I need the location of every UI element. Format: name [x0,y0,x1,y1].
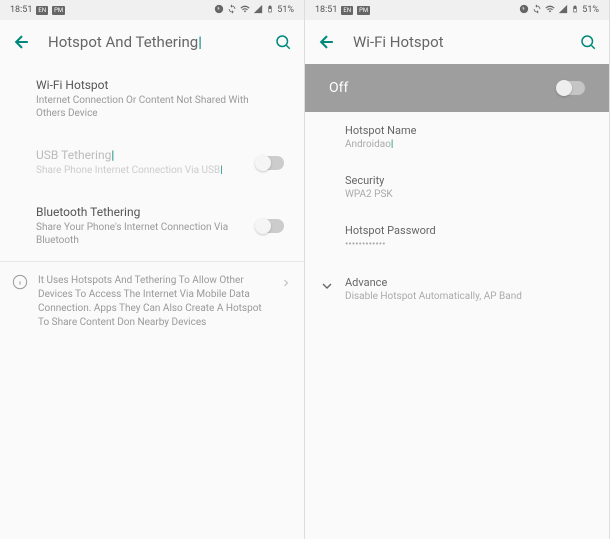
status-bar: 18:51 EN PM 51% [0,0,304,20]
wifi-icon [545,4,555,17]
back-arrow-icon[interactable] [317,32,337,52]
battery-percent: 51% [582,5,599,15]
security-value: WPA2 PSK [345,189,569,200]
hotspot-name-label: Hotspot Name [345,124,569,137]
wifi-icon [240,4,250,17]
info-icon [12,274,28,330]
alarm-icon [214,4,224,17]
off-label: Off [329,80,348,96]
wifi-hotspot-title: Wi-Fi Hotspot [36,78,268,92]
alarm-icon [519,4,529,17]
wifi-hotspot-subtitle: Internet Connection Or Content Not Share… [36,94,268,120]
status-badge-2: PM [357,6,370,15]
battery-icon [266,4,274,17]
info-text: It Uses Hotspots And Tethering To Allow … [38,274,270,330]
sync-icon [532,4,542,17]
password-value: •••••••••••• [345,239,569,250]
status-bar: 18:51 EN PM 51% [305,0,609,20]
hotspot-name-item[interactable]: Hotspot Name Androidao| [305,112,609,162]
header: Wi-Fi Hotspot [305,20,609,64]
usb-tethering-toggle [256,156,284,170]
hotspot-name-value: Androidao| [345,139,569,150]
status-badge-2: PM [52,6,65,15]
page-title: Wi-Fi Hotspot [353,33,579,51]
status-badge-1: EN [341,6,353,15]
battery-icon [571,4,579,17]
usb-tethering-subtitle: Share Phone Internet Connection Via USB| [36,164,256,177]
advance-value: Disable Hotspot Automatically, AP Band [345,291,522,302]
hotspot-off-banner[interactable]: Off [305,64,609,112]
hotspot-main-toggle[interactable] [557,81,585,95]
advance-label: Advance [345,276,522,289]
password-item[interactable]: Hotspot Password •••••••••••• [305,212,609,262]
security-item[interactable]: Security WPA2 PSK [305,162,609,212]
status-time: 18:51 [315,5,337,15]
wifi-hotspot-item[interactable]: Wi-Fi Hotspot Internet Connection Or Con… [0,64,304,134]
security-label: Security [345,174,569,187]
advance-item[interactable]: Advance Disable Hotspot Automatically, A… [305,262,609,316]
status-badge-1: EN [36,6,48,15]
bluetooth-tethering-title: Bluetooth Tethering [36,205,256,219]
status-time: 18:51 [10,5,32,15]
content: Wi-Fi Hotspot Internet Connection Or Con… [0,64,304,342]
bluetooth-tethering-subtitle: Share Your Phone's Internet Connection V… [36,221,256,247]
password-label: Hotspot Password [345,224,569,237]
header: Hotspot And Tethering| [0,20,304,64]
page-title: Hotspot And Tethering| [48,33,274,51]
search-icon[interactable] [579,33,597,51]
sync-icon [227,4,237,17]
usb-tethering-title: USB Tethering| [36,148,256,162]
content: Hotspot Name Androidao| Security WPA2 PS… [305,112,609,316]
usb-tethering-item: USB Tethering| Share Phone Internet Conn… [0,134,304,191]
bluetooth-tethering-item[interactable]: Bluetooth Tethering Share Your Phone's I… [0,191,304,261]
battery-percent: 51% [277,5,294,15]
chevron-right-icon [280,274,292,286]
chevron-down-icon [319,278,335,294]
phone-left: 18:51 EN PM 51% Hotspot [0,0,305,539]
back-arrow-icon[interactable] [12,32,32,52]
info-row[interactable]: It Uses Hotspots And Tethering To Allow … [0,262,304,342]
bluetooth-tethering-toggle[interactable] [256,219,284,233]
signal-icon [253,4,263,17]
search-icon[interactable] [274,33,292,51]
phone-right: 18:51 EN PM 51% Wi-Fi Ho [305,0,610,539]
signal-icon [558,4,568,17]
